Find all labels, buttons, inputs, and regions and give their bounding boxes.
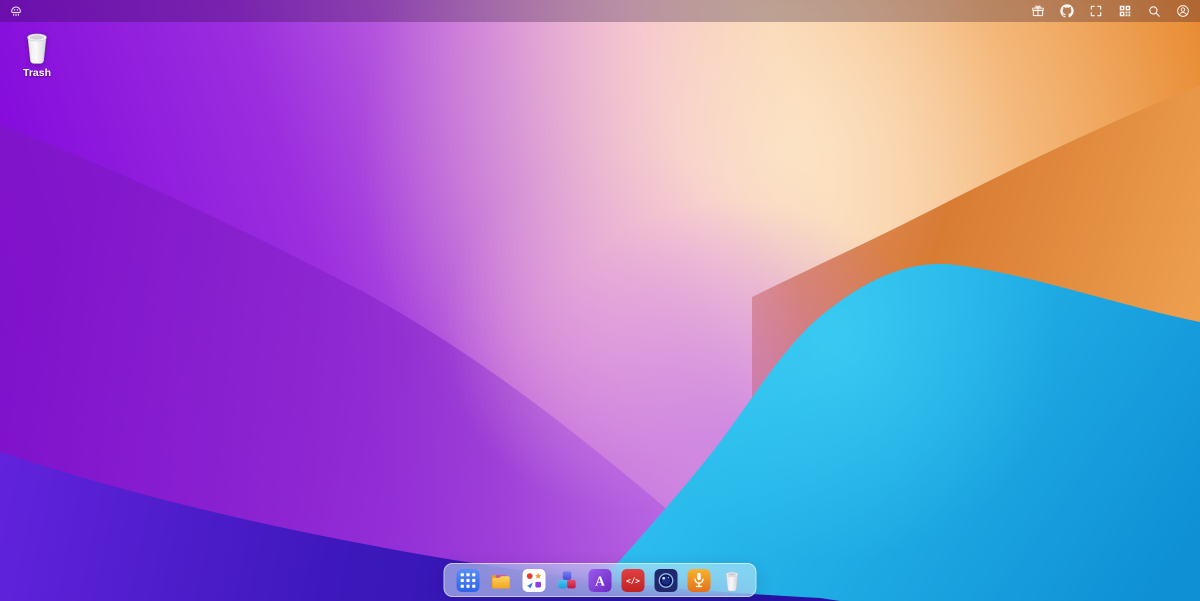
svg-text:A: A xyxy=(595,573,605,588)
camera-lens-icon xyxy=(655,569,678,592)
search-icon[interactable] xyxy=(1146,3,1162,19)
dock-item-camera[interactable] xyxy=(655,569,678,592)
wallpaper-image xyxy=(0,0,1200,601)
letter-a-icon: A xyxy=(589,569,612,592)
dock-item-voice-recorder[interactable] xyxy=(688,569,711,592)
desktop-icon-trash[interactable]: Trash xyxy=(13,29,61,79)
github-icon[interactable] xyxy=(1059,3,1075,19)
dock-item-code-editor[interactable]: </> xyxy=(622,569,645,592)
dock-item-trash[interactable] xyxy=(721,569,744,592)
qr-code-icon[interactable] xyxy=(1117,3,1133,19)
grid-launcher-icon xyxy=(457,569,480,592)
dock-item-app-center[interactable] xyxy=(523,569,546,592)
microphone-icon xyxy=(688,569,711,592)
app-center-shapes-icon xyxy=(523,569,546,592)
code-tag-icon: </> xyxy=(622,569,645,592)
dock-item-text-editor[interactable]: A xyxy=(589,569,612,592)
fullscreen-icon[interactable] xyxy=(1088,3,1104,19)
top-menu-bar xyxy=(0,0,1200,22)
trash-empty-icon xyxy=(721,569,744,592)
dock-item-app-launcher[interactable] xyxy=(457,569,480,592)
account-icon[interactable] xyxy=(1175,3,1191,19)
gift-icon[interactable] xyxy=(1030,3,1046,19)
svg-text:</>: </> xyxy=(626,576,640,585)
three-cubes-icon xyxy=(556,569,579,592)
dock: A </> xyxy=(444,563,757,597)
trash-empty-icon xyxy=(21,29,53,65)
dock-item-file-manager[interactable] xyxy=(490,569,513,592)
desktop: Trash xyxy=(0,0,1200,601)
puter-logo-icon[interactable] xyxy=(8,3,24,19)
dock-item-blocks[interactable] xyxy=(556,569,579,592)
desktop-icon-label: Trash xyxy=(23,67,51,79)
folder-icon xyxy=(490,569,513,592)
